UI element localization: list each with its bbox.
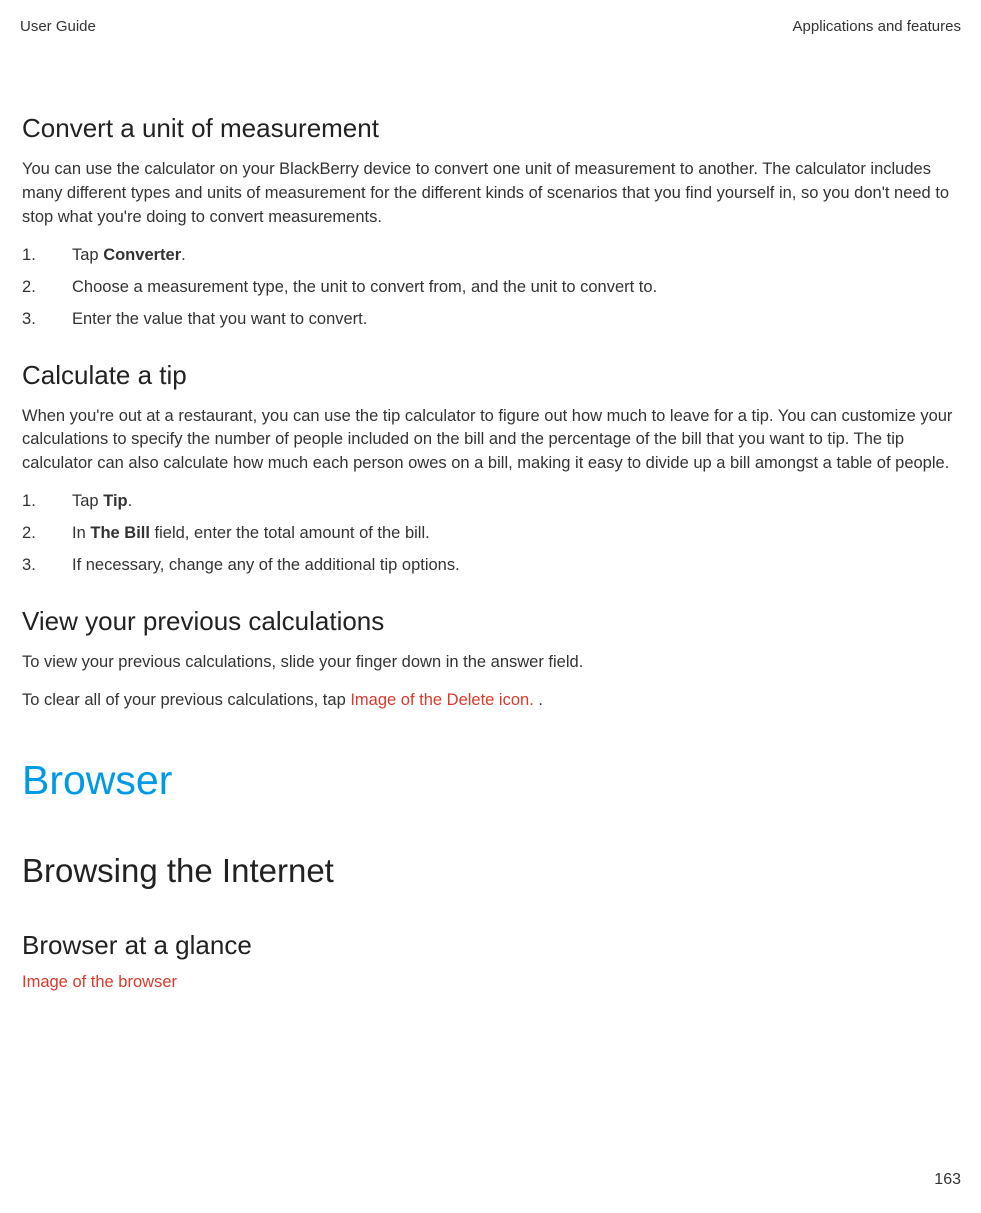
paragraph-text: To clear all of your previous calculatio… [22,691,350,709]
step-item: Tap Converter. [22,244,959,268]
step-text: In [72,524,90,542]
step-item: Choose a measurement type, the unit to c… [22,276,959,300]
paragraph-text: . [534,691,543,709]
page-content: Convert a unit of measurement You can us… [20,113,961,992]
steps-tip: Tap Tip. In The Bill field, enter the to… [22,490,959,578]
paragraph-tip-body: When you're out at a restaurant, you can… [22,405,959,477]
paragraph-convert-body: You can use the calculator on your Black… [22,158,959,230]
step-bold: Tip [103,492,127,510]
paragraph-previous-body1: To view your previous calculations, slid… [22,651,959,675]
step-text: . [181,246,186,264]
header-right: Applications and features [793,18,961,35]
step-text: . [128,492,133,510]
delete-icon-alt-text: Image of the Delete icon. [350,691,533,709]
step-text: field, enter the total amount of the bil… [150,524,430,542]
steps-convert: Tap Converter. Choose a measurement type… [22,244,959,332]
heading-browser: Browser [22,757,959,804]
heading-convert-unit: Convert a unit of measurement [22,113,959,144]
page-header: User Guide Applications and features [20,18,961,35]
paragraph-previous-body2: To clear all of your previous calculatio… [22,689,959,713]
step-bold: The Bill [90,524,150,542]
step-text: Tap [72,492,103,510]
page-number: 163 [934,1171,961,1189]
step-text: Tap [72,246,103,264]
step-item: Enter the value that you want to convert… [22,308,959,332]
browser-image-alt-text: Image of the browser [22,973,959,992]
header-left: User Guide [20,18,96,35]
heading-browser-at-a-glance: Browser at a glance [22,930,959,961]
step-item: Tap Tip. [22,490,959,514]
heading-previous-calculations: View your previous calculations [22,606,959,637]
step-item: In The Bill field, enter the total amoun… [22,522,959,546]
step-item: If necessary, change any of the addition… [22,554,959,578]
heading-browsing-internet: Browsing the Internet [22,852,959,890]
step-bold: Converter [103,246,181,264]
heading-calculate-tip: Calculate a tip [22,360,959,391]
